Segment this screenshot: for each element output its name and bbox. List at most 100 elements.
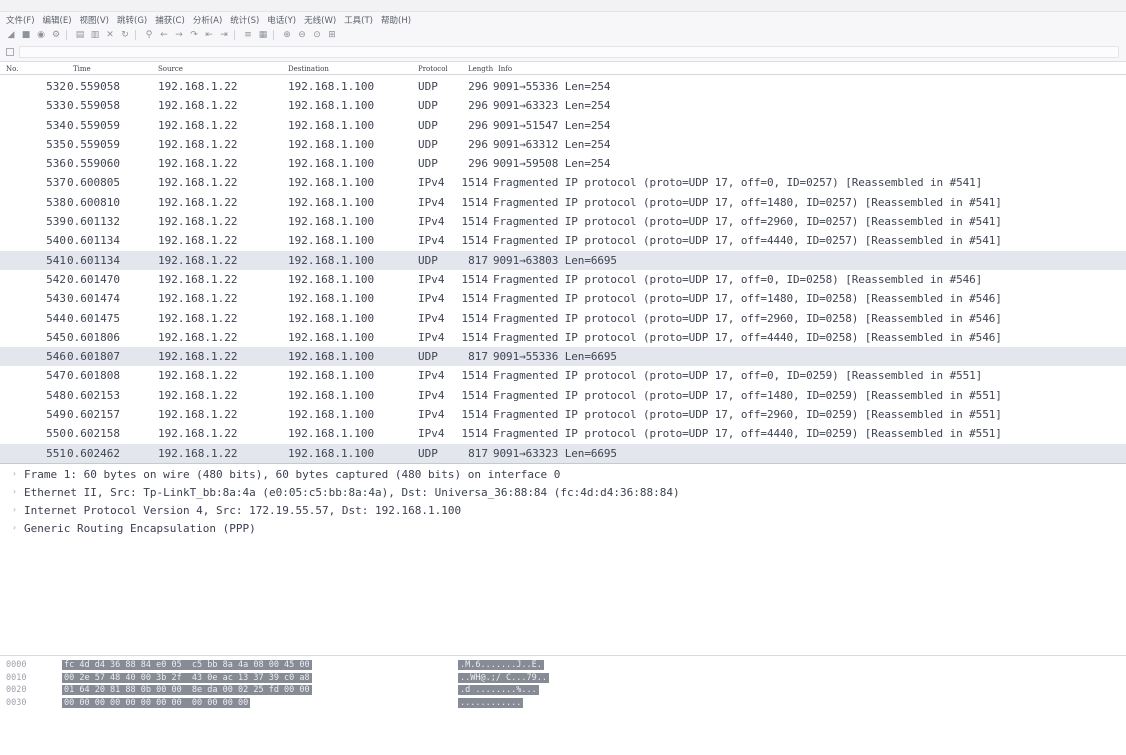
packet-protocol: IPv4: [418, 330, 445, 344]
packet-destination: 192.168.1.100: [288, 137, 375, 151]
packet-row[interactable]: 539 0.601132 192.168.1.22 192.168.1.100 IPv4…: [0, 212, 1126, 231]
packet-source: 192.168.1.22: [158, 311, 238, 325]
packet-number: 536: [46, 157, 66, 171]
hex-bytes[interactable]: 00 2e 57 48 40 00 3b 2f 43 0e ac 13 37 3…: [62, 672, 312, 683]
detail-tree-item[interactable]: › Internet Protocol Version 4, Src: 172.1…: [0, 504, 1126, 522]
column-header-length[interactable]: Length: [468, 65, 493, 73]
zoom-normal-icon[interactable]: ⊙: [312, 30, 322, 40]
packet-row[interactable]: 549 0.602157 192.168.1.22 192.168.1.100 IPv4…: [0, 405, 1126, 424]
packet-number: 551: [46, 446, 66, 460]
shark-fin-start-icon[interactable]: ◢: [6, 30, 16, 40]
packet-time: 0.602153: [67, 388, 120, 402]
go-back-icon[interactable]: ←: [159, 30, 169, 40]
colorize-icon[interactable]: ▦: [258, 30, 268, 40]
packet-row[interactable]: 535 0.559059 192.168.1.22 192.168.1.100 UDP 2…: [0, 135, 1126, 154]
menu-item-7[interactable]: 电话(Y): [267, 14, 296, 26]
packet-row[interactable]: 551 0.602462 192.168.1.22 192.168.1.100 UDP 8…: [0, 443, 1126, 463]
save-file-icon[interactable]: ▥: [90, 30, 100, 40]
expand-arrow-icon[interactable]: ›: [12, 505, 17, 514]
packet-row[interactable]: 538 0.600810 192.168.1.22 192.168.1.100 IPv4…: [0, 193, 1126, 212]
menu-item-10[interactable]: 帮助(H): [381, 14, 411, 26]
packet-row[interactable]: 548 0.602153 192.168.1.22 192.168.1.100 IPv4…: [0, 386, 1126, 405]
hex-ascii[interactable]: ..WH@.;/ C...79..: [458, 672, 549, 683]
expand-arrow-icon[interactable]: ›: [12, 469, 17, 478]
packet-number: 535: [46, 137, 66, 151]
stop-square-icon[interactable]: ■: [21, 30, 31, 40]
display-filter-input[interactable]: [19, 46, 1119, 58]
packet-number: 540: [46, 234, 66, 248]
packet-row[interactable]: 542 0.601470 192.168.1.22 192.168.1.100 IPv4…: [0, 270, 1126, 289]
detail-tree-item[interactable]: › Frame 1: 60 bytes on wire (480 bits), 6…: [0, 468, 1126, 486]
packet-row[interactable]: 534 0.559059 192.168.1.22 192.168.1.100 UDP 2…: [0, 116, 1126, 135]
zoom-out-icon[interactable]: ⊖: [297, 30, 307, 40]
packet-protocol: IPv4: [418, 176, 445, 190]
packet-destination: 192.168.1.100: [288, 176, 375, 190]
hex-bytes[interactable]: 01 64 20 81 88 0b 00 00 8e da 00 02 25 f…: [62, 685, 312, 695]
expand-arrow-icon[interactable]: ›: [12, 487, 17, 496]
packet-row[interactable]: 550 0.602158 192.168.1.22 192.168.1.100 IPv4…: [0, 424, 1126, 443]
column-header-info[interactable]: Info: [498, 65, 512, 73]
packet-row[interactable]: 537 0.600805 192.168.1.22 192.168.1.100 IPv4…: [0, 173, 1126, 192]
close-file-icon[interactable]: ✕: [105, 30, 115, 40]
find-icon[interactable]: ⚲: [144, 30, 154, 40]
packet-row[interactable]: 532 0.559058 192.168.1.22 192.168.1.100 UDP 2…: [0, 77, 1126, 96]
menu-item-0[interactable]: 文件(F): [6, 14, 35, 26]
menu-item-1[interactable]: 编辑(E): [43, 14, 72, 26]
packet-protocol: UDP: [418, 99, 438, 113]
hex-ascii[interactable]: .d ........%...: [458, 685, 539, 695]
restart-icon[interactable]: ◉: [36, 30, 46, 40]
packet-row[interactable]: 536 0.559060 192.168.1.22 192.168.1.100 UDP 2…: [0, 154, 1126, 173]
packet-row[interactable]: 544 0.601475 192.168.1.22 192.168.1.100 IPv4…: [0, 309, 1126, 328]
packet-bytes-pane: 0000 fc 4d d4 36 88 84 e0 05 c5 bb 8a 4a …: [0, 655, 1126, 755]
last-packet-icon[interactable]: ⇥: [219, 30, 229, 40]
first-packet-icon[interactable]: ⇤: [204, 30, 214, 40]
detail-tree-item[interactable]: › Generic Routing Encapsulation (PPP): [0, 522, 1126, 540]
menu-item-6[interactable]: 统计(S): [230, 14, 259, 26]
packet-number: 532: [46, 80, 66, 93]
expand-arrow-icon[interactable]: ›: [12, 523, 17, 532]
packet-info: Fragmented IP protocol (proto=UDP 17, of…: [493, 330, 1002, 344]
packet-row[interactable]: 533 0.559058 192.168.1.22 192.168.1.100 UDP 2…: [0, 96, 1126, 115]
resize-columns-icon[interactable]: ⊞: [327, 30, 337, 40]
detail-tree-item[interactable]: › Ethernet II, Src: Tp-LinkT_bb:8a:4a (e0…: [0, 486, 1126, 504]
packet-destination: 192.168.1.100: [288, 446, 375, 460]
packet-length: 1514: [461, 292, 489, 306]
menu-item-4[interactable]: 捕获(C): [155, 14, 185, 26]
go-forward-icon[interactable]: →: [174, 30, 184, 40]
bookmark-filter-icon[interactable]: [6, 48, 14, 56]
hex-ascii[interactable]: ............: [458, 697, 524, 708]
packet-length: 1514: [461, 369, 489, 383]
packet-row[interactable]: 545 0.601806 192.168.1.22 192.168.1.100 IPv4…: [0, 328, 1126, 347]
packet-number: 549: [46, 408, 66, 422]
packet-row[interactable]: 543 0.601474 192.168.1.22 192.168.1.100 IPv4…: [0, 289, 1126, 308]
packet-row[interactable]: 540 0.601134 192.168.1.22 192.168.1.100 IPv4…: [0, 231, 1126, 250]
column-header-destination[interactable]: Destination: [288, 65, 329, 73]
hex-bytes[interactable]: 00 00 00 00 00 00 00 00 00 00 00 00: [62, 697, 251, 708]
hex-ascii[interactable]: .M.6.......J..E.: [458, 660, 544, 670]
autoscroll-icon[interactable]: ≡: [243, 30, 253, 40]
column-header-time[interactable]: Time: [73, 65, 91, 73]
column-header-protocol[interactable]: Protocol: [418, 65, 448, 73]
menu-item-5[interactable]: 分析(A): [193, 14, 222, 26]
zoom-in-icon[interactable]: ⊕: [282, 30, 292, 40]
packet-time: 0.559060: [67, 157, 120, 171]
packet-row[interactable]: 541 0.601134 192.168.1.22 192.168.1.100 UDP 8…: [0, 250, 1126, 270]
column-header-no[interactable]: No.: [6, 65, 18, 73]
open-file-icon[interactable]: ▤: [75, 30, 85, 40]
menu-item-3[interactable]: 跳转(G): [117, 14, 147, 26]
packet-number: 537: [46, 176, 66, 190]
menu-item-8[interactable]: 无线(W): [304, 14, 336, 26]
packet-info: Fragmented IP protocol (proto=UDP 17, of…: [493, 272, 983, 286]
packet-number: 550: [46, 427, 66, 441]
menu-item-2[interactable]: 视图(V): [80, 14, 109, 26]
gear-options-icon[interactable]: ⚙: [51, 30, 61, 40]
packet-row[interactable]: 546 0.601807 192.168.1.22 192.168.1.100 UDP 8…: [0, 347, 1126, 367]
column-header-source[interactable]: Source: [158, 65, 183, 73]
packet-row[interactable]: 547 0.601808 192.168.1.22 192.168.1.100 IPv4…: [0, 366, 1126, 385]
menu-item-9[interactable]: 工具(T): [344, 14, 373, 26]
hex-bytes[interactable]: fc 4d d4 36 88 84 e0 05 c5 bb 8a 4a 08 0…: [62, 660, 312, 670]
reload-icon[interactable]: ↻: [120, 30, 130, 40]
packet-info: 9091→55336 Len=254: [493, 80, 611, 93]
go-to-packet-icon[interactable]: ↷: [189, 30, 199, 40]
packet-time: 0.600810: [67, 195, 120, 209]
